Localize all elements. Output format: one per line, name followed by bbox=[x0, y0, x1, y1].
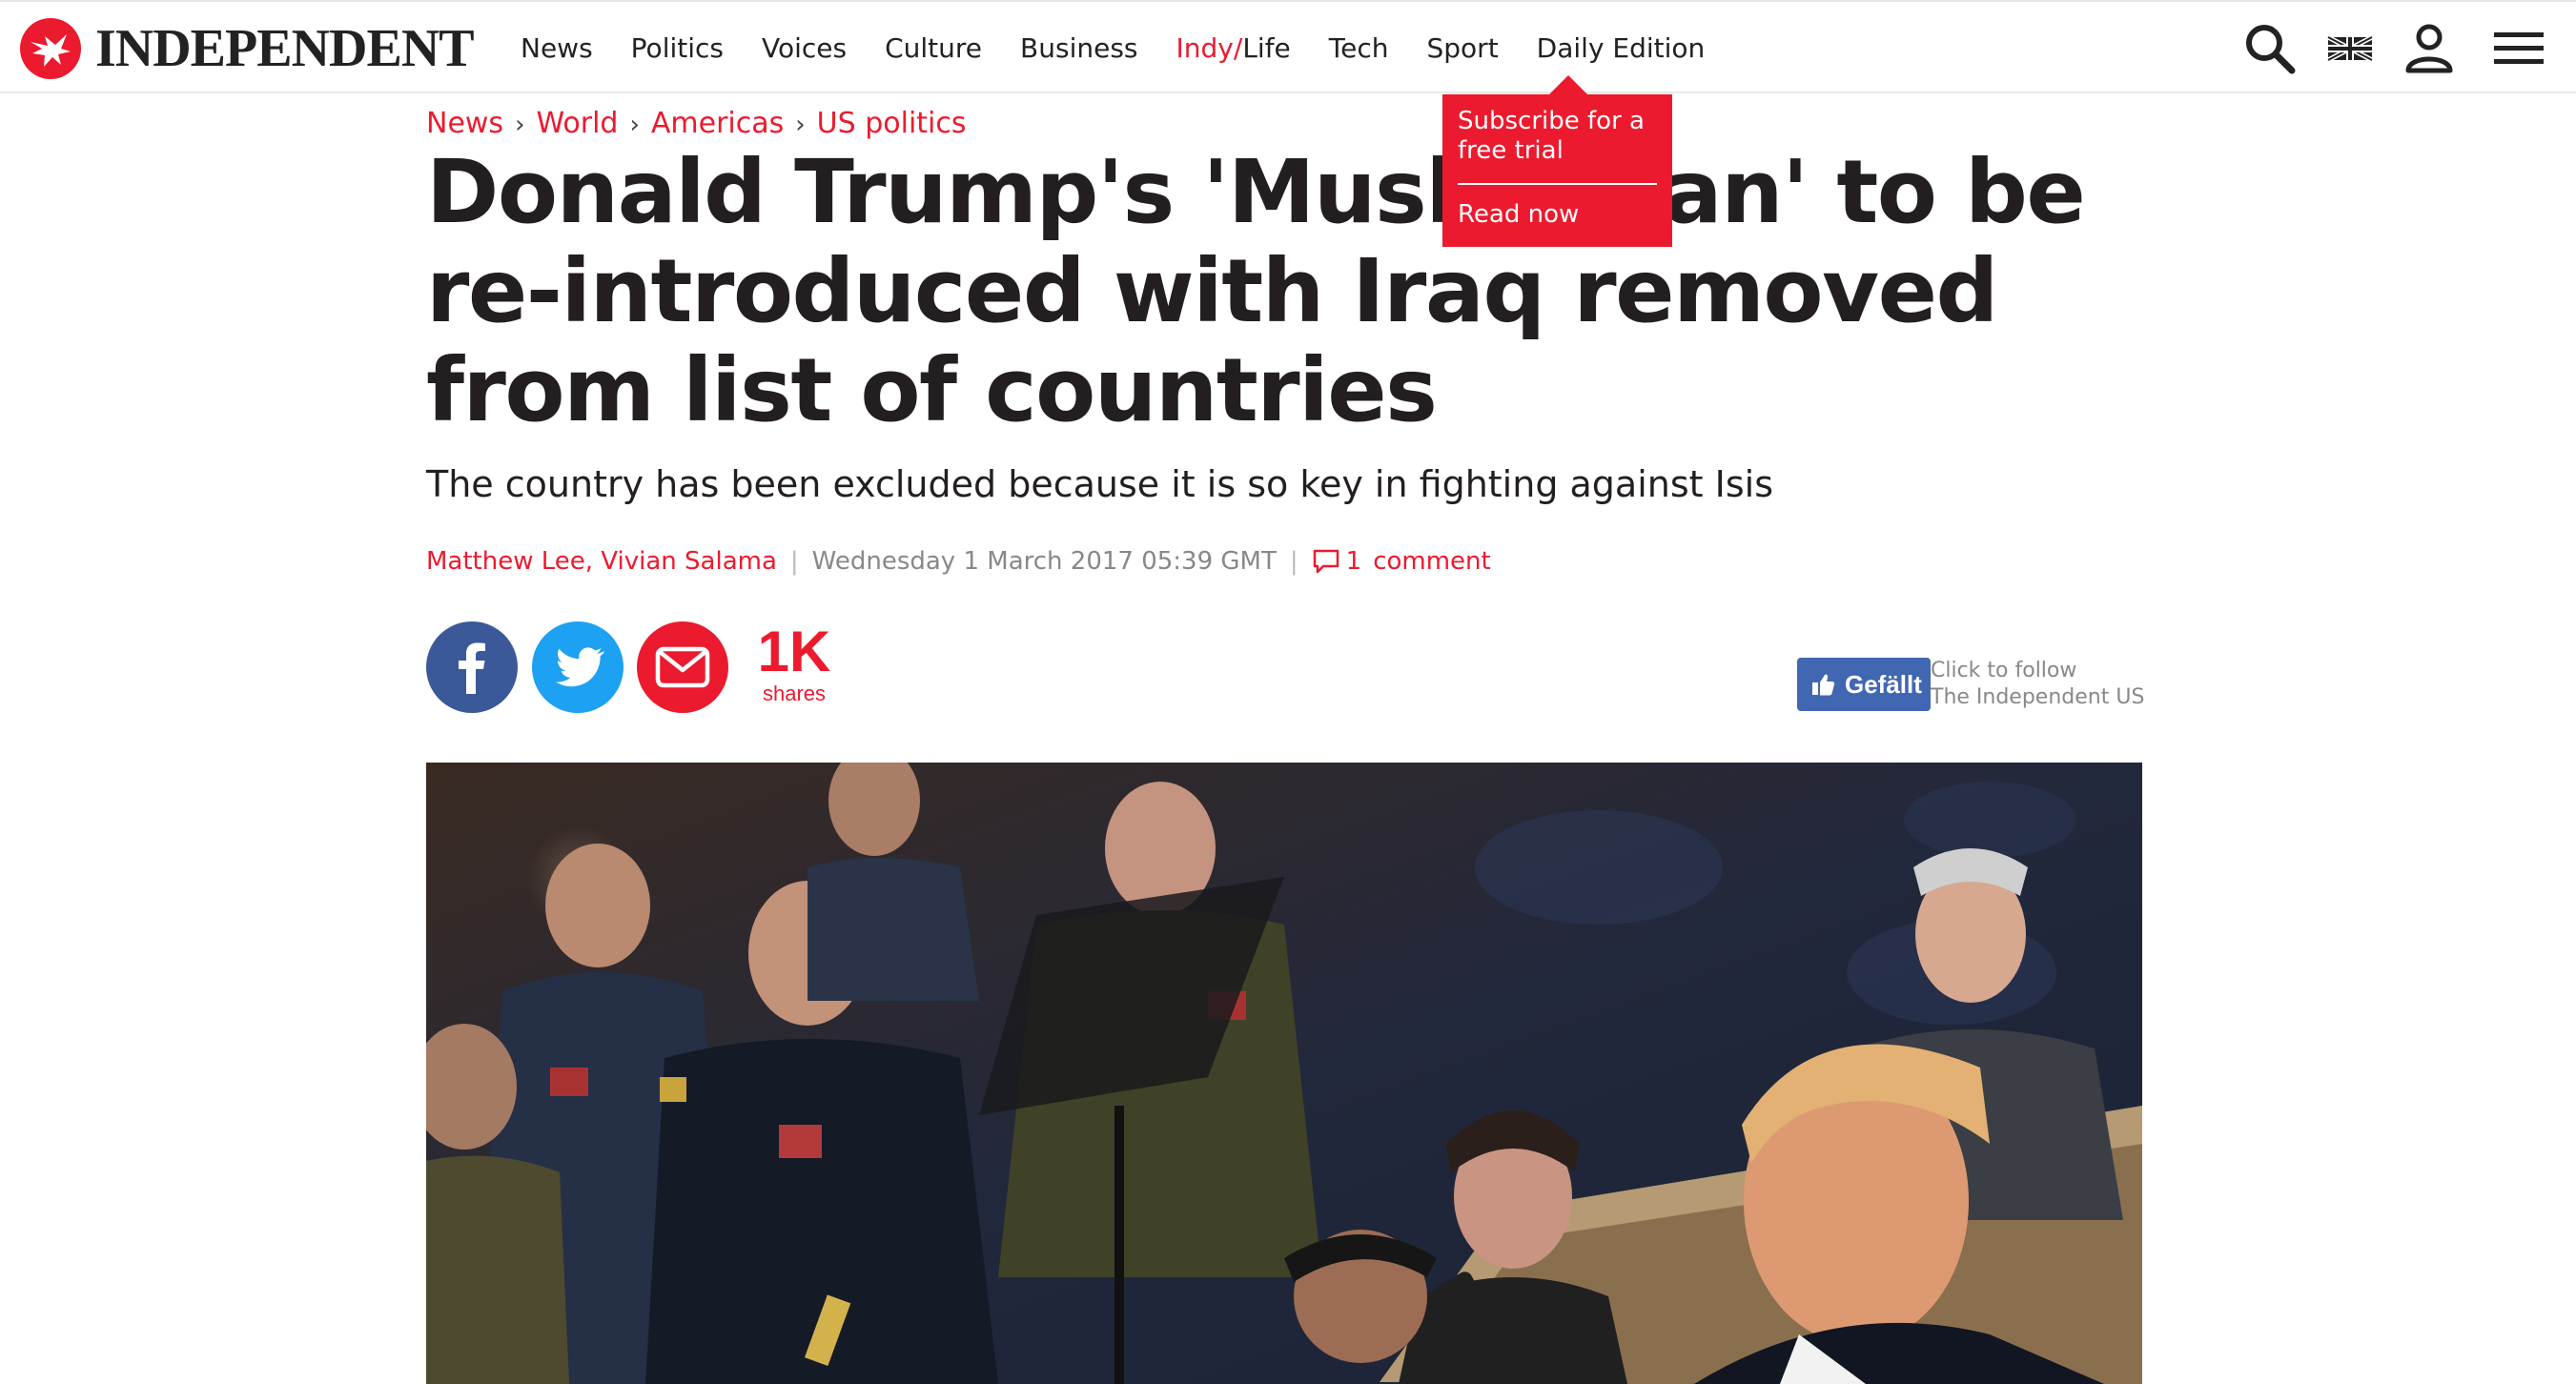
facebook-icon bbox=[459, 642, 485, 694]
follow-line-2: The Independent US bbox=[1931, 685, 2145, 709]
follow-line-1: Click to follow bbox=[1931, 659, 2077, 682]
publish-date: Wednesday 1 March 2017 05:39 GMT bbox=[811, 547, 1277, 576]
nav-indy-life[interactable]: Indy/Life bbox=[1176, 32, 1291, 64]
breadcrumb-us-politics[interactable]: US politics bbox=[817, 107, 967, 140]
breadcrumb-news[interactable]: News bbox=[426, 107, 503, 140]
nav-news[interactable]: News bbox=[521, 32, 593, 64]
article-hero-image bbox=[426, 763, 2142, 1384]
breadcrumb-chevron-icon: › bbox=[515, 111, 525, 139]
site-logo[interactable]: INDEPENDENT bbox=[19, 17, 475, 80]
thumbs-up-icon bbox=[1812, 674, 1835, 696]
facebook-like-label: Gefällt bbox=[1845, 669, 1922, 699]
subscribe-popup-divider bbox=[1458, 183, 1657, 185]
share-count-label: shares bbox=[762, 682, 827, 705]
nav-voices[interactable]: Voices bbox=[762, 32, 847, 64]
uk-flag-icon[interactable] bbox=[2321, 19, 2379, 76]
envelope-icon bbox=[655, 646, 710, 688]
comments-link[interactable]: 1 comment bbox=[1312, 547, 1491, 576]
comment-label: comment bbox=[1373, 547, 1491, 576]
comment-count: 1 bbox=[1345, 547, 1362, 576]
nav-culture[interactable]: Culture bbox=[885, 32, 982, 64]
byline-divider: | bbox=[789, 547, 799, 576]
breadcrumb-chevron-icon: › bbox=[795, 111, 806, 139]
nav-politics[interactable]: Politics bbox=[631, 32, 724, 64]
breadcrumb-chevron-icon: › bbox=[629, 111, 640, 139]
user-icon[interactable] bbox=[2401, 19, 2458, 76]
nav-tech[interactable]: Tech bbox=[1329, 32, 1389, 64]
author-names[interactable]: Matthew Lee, Vivian Salama bbox=[426, 547, 777, 576]
nav-sport[interactable]: Sport bbox=[1427, 32, 1499, 64]
article-standfirst: The country has been excluded because it… bbox=[426, 463, 1773, 505]
eagle-logo-icon bbox=[20, 18, 81, 79]
read-now-link[interactable]: Read now bbox=[1458, 200, 1657, 229]
breadcrumb-world[interactable]: World bbox=[536, 107, 618, 140]
share-count: 1K shares bbox=[744, 621, 845, 705]
byline-divider: | bbox=[1289, 547, 1298, 576]
nav-indy-life-prefix: Indy/ bbox=[1176, 31, 1243, 64]
article-byline: Matthew Lee, Vivian Salama | Wednesday 1… bbox=[426, 547, 1491, 576]
subscribe-popup[interactable]: Subscribe for a free trial Read now bbox=[1442, 75, 1672, 247]
facebook-share-button[interactable] bbox=[426, 621, 518, 713]
search-icon[interactable] bbox=[2240, 19, 2298, 76]
brand-name: INDEPENDENT bbox=[95, 19, 475, 78]
subscribe-popup-title: Subscribe for a free trial bbox=[1458, 107, 1645, 165]
twitter-bird-icon bbox=[556, 647, 605, 687]
nav-business[interactable]: Business bbox=[1020, 32, 1137, 64]
email-share-button[interactable] bbox=[637, 621, 728, 713]
follow-prompt: Click to follow The Independent US bbox=[1931, 658, 2144, 711]
site-header: INDEPENDENT News Politics Voices Culture… bbox=[0, 0, 2576, 93]
menu-icon[interactable] bbox=[2490, 19, 2547, 76]
article-headline: Donald Trump's 'Muslim ban' to be re-int… bbox=[426, 141, 2086, 441]
nav-daily-edition[interactable]: Daily Edition bbox=[1537, 32, 1706, 64]
comment-bubble-icon bbox=[1313, 549, 1339, 574]
breadcrumb-americas[interactable]: Americas bbox=[651, 107, 784, 140]
share-count-number: 1K bbox=[757, 620, 831, 683]
breadcrumb: News › World › Americas › US politics bbox=[426, 107, 967, 140]
nav-indy-life-suffix: Life bbox=[1242, 31, 1291, 64]
facebook-like-button[interactable]: Gefällt bbox=[1797, 658, 1931, 711]
twitter-share-button[interactable] bbox=[532, 621, 624, 713]
